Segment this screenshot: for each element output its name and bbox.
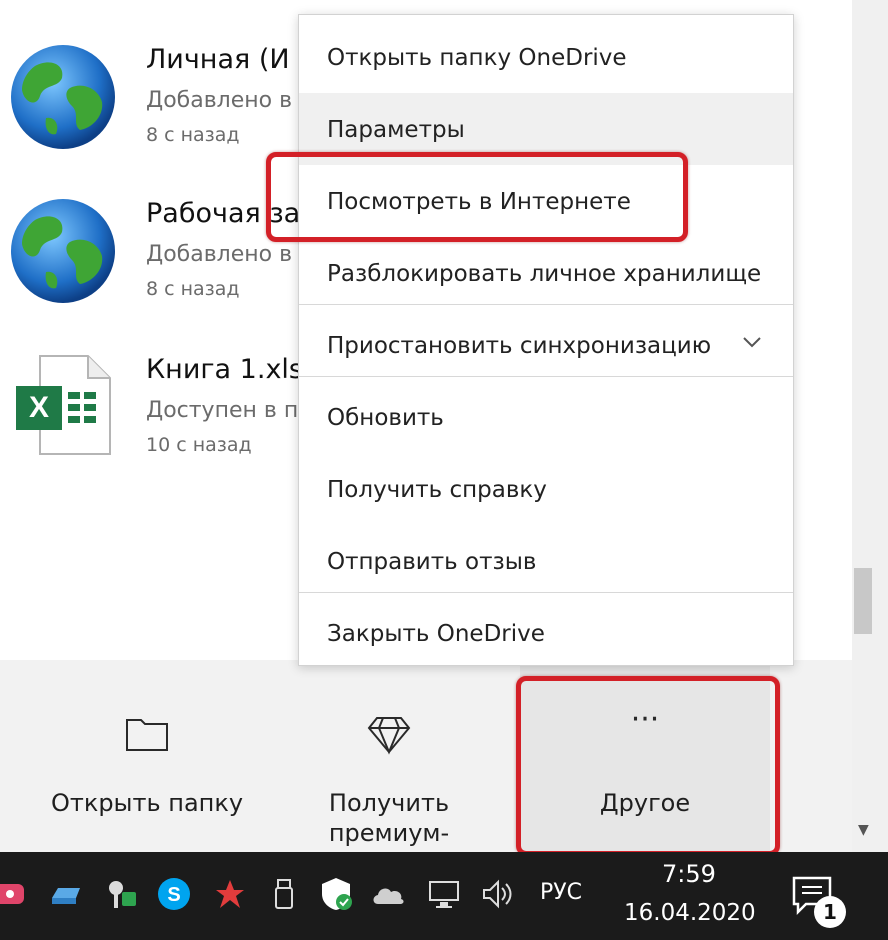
network-drive-icon[interactable]	[48, 876, 84, 912]
clock-time[interactable]: 7:59	[662, 860, 716, 888]
clock-date[interactable]: 16.04.2020	[624, 900, 756, 926]
globe-icon	[11, 199, 115, 303]
file-item[interactable]: Личная (И Добавлено в 8 с назад	[0, 44, 300, 164]
menu-item-label: Закрыть OneDrive	[327, 621, 545, 647]
menu-item-unlock-personal-vault[interactable]: Разблокировать личное хранилище	[299, 237, 793, 309]
svg-text:X: X	[29, 391, 49, 424]
app-icon[interactable]	[0, 876, 36, 912]
get-premium-button[interactable]: Получить премиум-	[298, 660, 480, 852]
menu-item-refresh[interactable]: Обновить	[299, 381, 793, 453]
diamond-icon	[367, 717, 411, 755]
notification-count-badge: 1	[814, 896, 846, 928]
menu-item-label: Отправить отзыв	[327, 549, 537, 575]
menu-separator	[299, 592, 793, 593]
file-name: Личная (И	[146, 44, 290, 75]
menu-separator	[299, 304, 793, 305]
usb-icon[interactable]	[266, 876, 302, 912]
menu-item-label: Обновить	[327, 405, 444, 431]
file-status: Доступен в п	[146, 398, 299, 423]
tray-app-icon[interactable]	[212, 876, 248, 912]
scrollbar-thumb[interactable]	[854, 568, 872, 634]
menu-item-label: Приостановить синхронизацию	[327, 333, 712, 359]
language-indicator[interactable]: РУС	[540, 880, 582, 905]
file-status: Добавлено в	[146, 88, 293, 113]
panel-scrollbar[interactable]: ▼	[852, 0, 888, 852]
taskbar: S РУС 7:59 16.04.2020 1	[0, 852, 888, 940]
menu-item-label: Получить справку	[327, 477, 547, 503]
menu-item-get-help[interactable]: Получить справку	[299, 453, 793, 525]
file-time: 8 с назад	[146, 124, 240, 146]
menu-item-label: Параметры	[327, 117, 465, 143]
menu-separator	[299, 376, 793, 377]
menu-item-send-feedback[interactable]: Отправить отзыв	[299, 525, 793, 597]
security-key-icon[interactable]	[104, 876, 140, 912]
highlight-view-online	[266, 152, 688, 242]
chevron-down-icon	[743, 337, 761, 348]
get-premium-label: Получить премиум-	[328, 789, 450, 847]
context-menu: Открыть папку OneDrive Параметры Посмотр…	[298, 14, 794, 666]
excel-file-icon: X	[16, 355, 111, 455]
scroll-down-arrow-icon[interactable]: ▼	[858, 822, 869, 838]
menu-item-label: Разблокировать личное хранилище	[327, 261, 762, 287]
svg-text:S: S	[167, 884, 180, 906]
open-folder-button[interactable]: Открыть папку	[40, 660, 254, 852]
volume-icon[interactable]	[480, 876, 516, 912]
onedrive-cloud-icon[interactable]	[370, 876, 406, 912]
menu-item-pause-sync[interactable]: Приостановить синхронизацию	[299, 309, 793, 381]
skype-icon[interactable]: S	[156, 876, 192, 912]
file-item[interactable]: Рабочая за Добавлено в 8 с назад	[0, 198, 300, 318]
network-icon[interactable]	[426, 876, 462, 912]
highlight-more-button	[516, 676, 780, 856]
menu-item-label: Открыть папку OneDrive	[327, 45, 627, 71]
file-time: 10 с назад	[146, 434, 252, 456]
file-name: Книга 1.xls	[146, 354, 303, 385]
open-folder-label: Открыть папку	[50, 789, 244, 817]
windows-security-icon[interactable]	[318, 876, 354, 912]
file-status: Добавлено в	[146, 242, 293, 267]
globe-icon	[11, 45, 115, 149]
menu-item-close-onedrive[interactable]: Закрыть OneDrive	[299, 597, 793, 669]
menu-item-open-onedrive-folder[interactable]: Открыть папку OneDrive	[299, 21, 793, 93]
file-item[interactable]: X Книга 1.xls Доступен в п 10 с назад	[0, 354, 303, 474]
folder-icon	[126, 719, 168, 751]
file-time: 8 с назад	[146, 278, 240, 300]
